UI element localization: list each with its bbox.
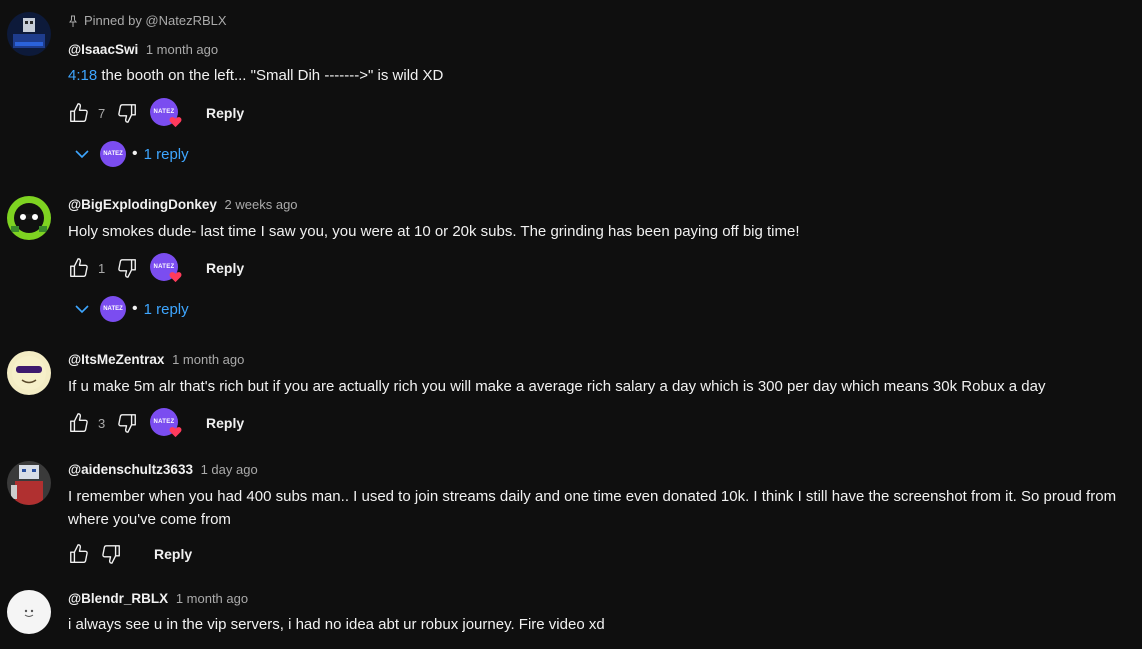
comment-actions: 3 NATEZ Reply [66, 408, 244, 438]
like-button[interactable] [66, 410, 92, 436]
timestamp-link[interactable]: 4:18 [68, 67, 97, 84]
like-count: 1 [98, 260, 106, 276]
avatar[interactable] [7, 196, 51, 240]
comment-actions: 1 NATEZ Reply [66, 253, 244, 283]
comment-actions: 7 NATEZ Reply [66, 98, 244, 128]
reply-count: 1 reply [143, 300, 189, 318]
thumbs-up-icon [70, 258, 88, 277]
view-replies-button[interactable]: NATEZ • 1 reply [72, 140, 189, 168]
comment-header: @aidenschultz3633 1 day ago [68, 462, 258, 477]
bullet-separator: • [132, 300, 138, 317]
creator-reply-avatar: NATEZ [100, 296, 126, 322]
author-name[interactable]: @BigExplodingDonkey [68, 197, 217, 212]
reply-button[interactable]: Reply [206, 260, 244, 276]
comment-time[interactable]: 1 month ago [146, 42, 218, 57]
comment-text: 4:18 the booth on the left... "Small Dih… [68, 64, 1134, 87]
comment-header: @ItsMeZentrax 1 month ago [68, 352, 244, 367]
chevron-down-icon [75, 305, 89, 314]
heart-icon [169, 117, 182, 128]
avatar[interactable] [7, 461, 51, 505]
dislike-button[interactable] [114, 255, 140, 281]
author-name[interactable]: @Blendr_RBLX [68, 591, 168, 606]
creator-heart: NATEZ [150, 98, 182, 128]
thumbs-down-icon [102, 545, 120, 564]
comment-time[interactable]: 1 day ago [201, 462, 258, 477]
dislike-button[interactable] [114, 410, 140, 436]
reply-count: 1 reply [143, 145, 189, 163]
avatar[interactable] [7, 12, 51, 56]
dislike-button[interactable] [114, 100, 140, 126]
pinned-indicator: Pinned by @NatezRBLX [68, 13, 227, 28]
thumbs-down-icon [118, 104, 136, 123]
author-name[interactable]: @ItsMeZentrax [68, 352, 164, 367]
thumbs-up-icon [70, 413, 88, 432]
comment-text: i always see u in the vip servers, i had… [68, 616, 605, 633]
thumbs-up-icon [70, 103, 88, 122]
comment-text: If u make 5m alr that's rich but if you … [68, 378, 1046, 395]
pin-icon [69, 15, 77, 27]
comment-time[interactable]: 1 month ago [176, 591, 248, 606]
dislike-button[interactable] [98, 541, 124, 567]
creator-reply-avatar: NATEZ [100, 141, 126, 167]
reply-button[interactable]: Reply [206, 105, 244, 121]
view-replies-button[interactable]: NATEZ • 1 reply [72, 295, 189, 323]
like-button[interactable] [66, 541, 92, 567]
comment-text: I remember when you had 400 subs man.. I… [68, 488, 1117, 528]
like-button[interactable] [66, 255, 92, 281]
reply-button[interactable]: Reply [206, 415, 244, 431]
comment-actions: Reply [66, 541, 192, 567]
comments-section: Pinned by @NatezRBLX @IsaacSwi 1 month a… [0, 0, 1142, 649]
heart-icon [169, 427, 182, 438]
comment-header: @Blendr_RBLX 1 month ago [68, 591, 248, 606]
comment-header: @IsaacSwi 1 month ago [68, 42, 218, 57]
avatar[interactable] [7, 590, 51, 634]
heart-icon [169, 272, 182, 283]
comment-time[interactable]: 2 weeks ago [225, 197, 298, 212]
like-count: 3 [98, 415, 106, 431]
bullet-separator: • [132, 145, 138, 162]
chevron-down-icon [75, 150, 89, 159]
author-name[interactable]: @IsaacSwi [68, 42, 138, 57]
like-count: 7 [98, 105, 106, 121]
comment-time[interactable]: 1 month ago [172, 352, 244, 367]
creator-heart: NATEZ [150, 253, 182, 283]
comment-body: the booth on the left... "Small Dih ----… [97, 67, 444, 84]
thumbs-down-icon [118, 259, 136, 278]
creator-heart: NATEZ [150, 408, 182, 438]
reply-button[interactable]: Reply [154, 546, 192, 562]
author-name[interactable]: @aidenschultz3633 [68, 462, 193, 477]
like-button[interactable] [66, 100, 92, 126]
thumbs-down-icon [118, 414, 136, 433]
pinned-label: Pinned by @NatezRBLX [84, 13, 227, 28]
avatar[interactable] [7, 351, 51, 395]
comment-text: Holy smokes dude- last time I saw you, y… [68, 223, 800, 240]
thumbs-up-icon [70, 544, 88, 563]
comment-header: @BigExplodingDonkey 2 weeks ago [68, 197, 298, 212]
